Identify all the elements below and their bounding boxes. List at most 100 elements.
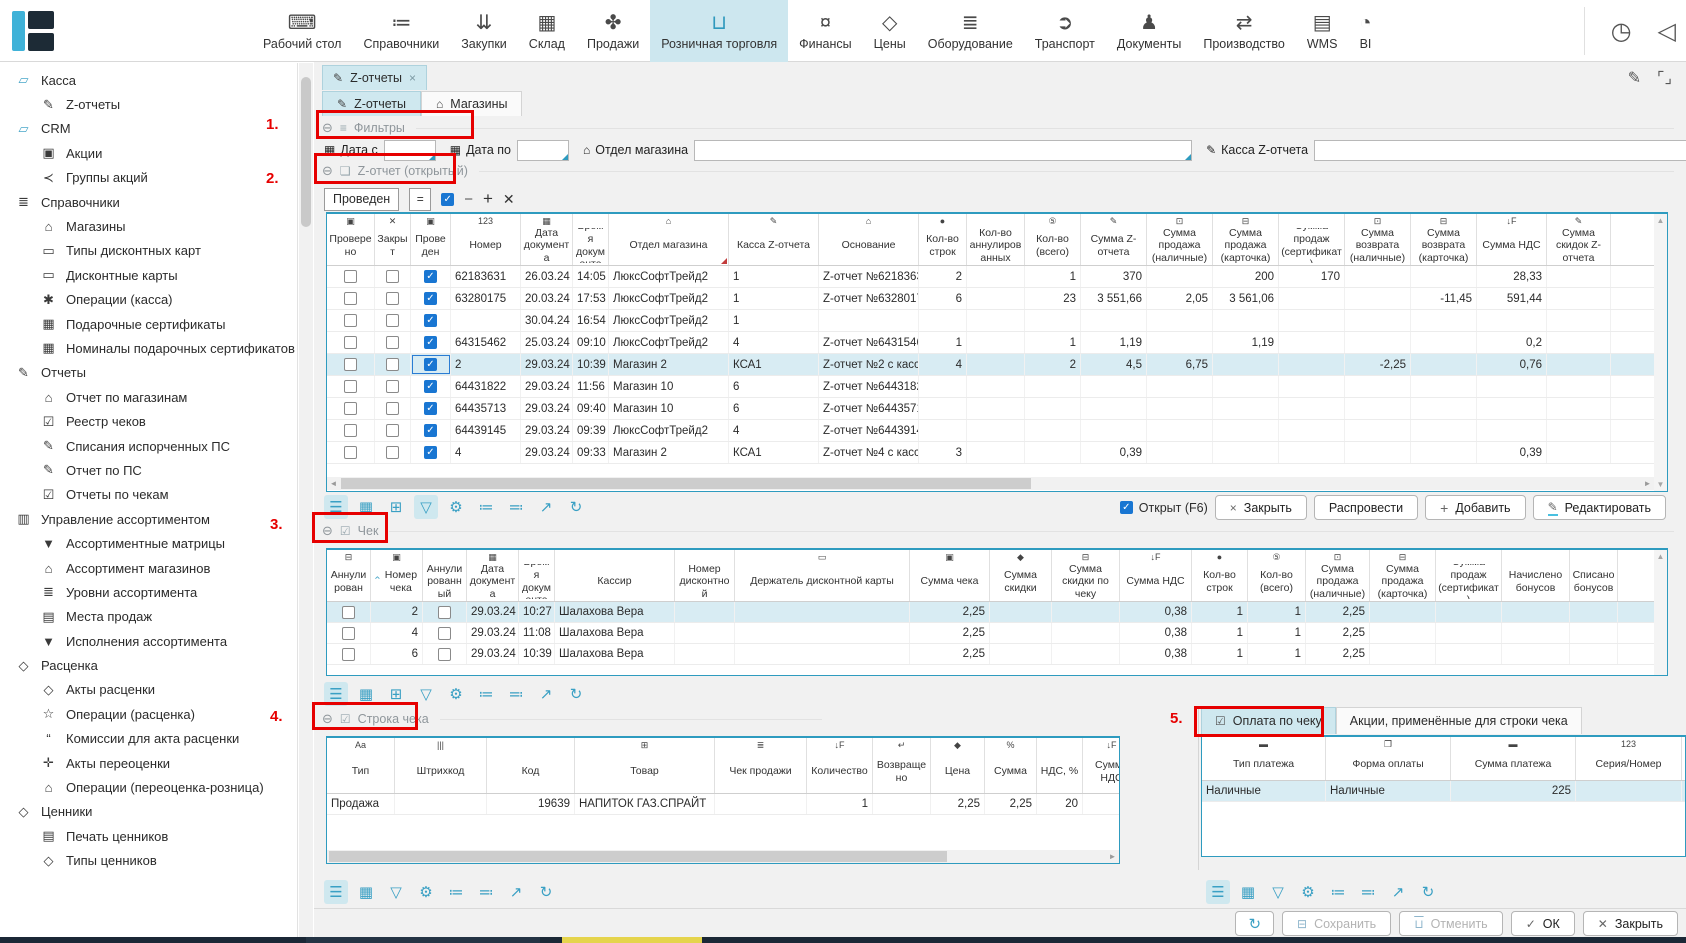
column-header-3[interactable]: ▦Дата документа: [467, 550, 519, 601]
add-list-icon[interactable]: ≕: [1356, 880, 1380, 904]
column-header-15[interactable]: Сумма продаж (сертификат): [1279, 214, 1345, 265]
row-checkbox[interactable]: [344, 292, 357, 305]
row-checkbox[interactable]: [424, 292, 437, 305]
numbered-list-icon[interactable]: ≔: [444, 880, 468, 904]
row-checkbox[interactable]: [344, 402, 357, 415]
column-header-9[interactable]: НДС, %: [1037, 738, 1083, 793]
tab-stores[interactable]: ⌂ Магазины: [421, 91, 522, 116]
column-header-7[interactable]: ✎Касса Z-отчета: [729, 214, 819, 265]
nav-item-warehouse[interactable]: ▦Склад: [518, 0, 576, 62]
table-row[interactable]: 6443914529.03.2409:39ЛюксСофтТрейд24Z-от…: [327, 420, 1667, 442]
zreport-cash-input[interactable]: [1314, 140, 1686, 161]
row-checkbox[interactable]: [386, 270, 399, 283]
column-header-11[interactable]: ⑤Кол-во (всего): [1025, 214, 1081, 265]
sidebar-item[interactable]: ▼Исполнения ассортимента: [0, 629, 297, 653]
column-header-12[interactable]: ✎Сумма Z-отчета: [1081, 214, 1147, 265]
unpost-button[interactable]: Распровести: [1314, 495, 1418, 520]
column-header-19[interactable]: ✎Сумма скидок Z-отчета: [1547, 214, 1611, 265]
add-list-icon[interactable]: ≕: [504, 495, 528, 519]
sidebar-item[interactable]: ✱Операции (касса): [0, 288, 297, 312]
row-checkbox[interactable]: [386, 446, 399, 459]
sidebar-item[interactable]: ≺Группы акций: [0, 166, 297, 190]
sidebar-item[interactable]: ◇Акты расценки: [0, 678, 297, 702]
table-row[interactable]: 629.03.2410:39Шалахова Вера2,250,38112,2…: [327, 644, 1667, 665]
nav-item-retail[interactable]: ⊔Розничная торговля: [650, 0, 788, 62]
sidebar-item[interactable]: ☆Операции (расценка): [0, 702, 297, 726]
refresh-icon[interactable]: ↻: [1416, 880, 1440, 904]
edit-button[interactable]: ✎Редактировать: [1533, 495, 1666, 520]
sidebar-item[interactable]: ◇Типы ценников: [0, 849, 297, 873]
column-header-12[interactable]: ●Кол-во строк: [1192, 550, 1248, 601]
ok-button[interactable]: ✓ОК: [1511, 911, 1575, 936]
line-group-header[interactable]: ⊖ ☑ Строка чека: [322, 708, 822, 730]
column-header-7[interactable]: ◆Цена: [931, 738, 985, 793]
export-icon[interactable]: ↗: [504, 880, 528, 904]
nav-item-directories[interactable]: ≔Справочники: [352, 0, 450, 62]
sidebar-item[interactable]: ✛Акты переоценки: [0, 751, 297, 775]
row-checkbox[interactable]: [344, 424, 357, 437]
numbered-list-icon[interactable]: ≔: [474, 682, 498, 706]
row-checkbox[interactable]: [424, 424, 437, 437]
sidebar-item[interactable]: “Комиссии для акта расценки: [0, 727, 297, 751]
sidebar-item[interactable]: ▦Номиналы подарочных сертификатов: [0, 336, 297, 360]
list-view-icon[interactable]: ☰: [1206, 880, 1230, 904]
vertical-scrollbar[interactable]: ▲▼: [1654, 214, 1667, 491]
row-checkbox[interactable]: [386, 292, 399, 305]
nav-item-wms[interactable]: ▤WMS: [1296, 0, 1349, 62]
nav-item-documents[interactable]: ♟Документы: [1106, 0, 1192, 62]
filter-icon[interactable]: ▽: [1266, 880, 1290, 904]
calendar-view-icon[interactable]: ⊞: [384, 495, 408, 519]
sidebar-item[interactable]: ⌂Магазины: [0, 214, 297, 238]
sidebar-item[interactable]: ▭Дисконтные карты: [0, 263, 297, 287]
add-button[interactable]: +Добавить: [1425, 495, 1525, 520]
tab-zreports[interactable]: ✎ Z-отчеты: [322, 91, 421, 116]
column-header-5[interactable]: ↓FКоличество: [807, 738, 873, 793]
refresh-button[interactable]: ↻: [1235, 911, 1274, 936]
sidebar-item[interactable]: ▼Ассортиментные матрицы: [0, 531, 297, 555]
condition-value-checkbox[interactable]: [441, 193, 454, 206]
sidebar-item[interactable]: ⌂Отчет по магазинам: [0, 385, 297, 409]
settings-gear-icon[interactable]: ⚙: [1296, 880, 1320, 904]
add-list-icon[interactable]: ≕: [474, 880, 498, 904]
horizontal-scrollbar[interactable]: ►: [327, 850, 1119, 863]
column-header-1[interactable]: ▣⌃ Номер чека: [371, 550, 423, 601]
column-header-14[interactable]: ⊡Сумма продажа (наличные): [1306, 550, 1370, 601]
column-header-4[interactable]: ≣Чек продажи: [715, 738, 807, 793]
sidebar-item[interactable]: ✎Отчеты: [0, 361, 297, 385]
row-checkbox[interactable]: [386, 402, 399, 415]
table-row[interactable]: 6218363126.03.2414:05ЛюксСофтТрейд21Z-от…: [327, 266, 1667, 288]
column-header-0[interactable]: ▬Тип платежа: [1202, 737, 1326, 780]
check-group-header[interactable]: ⊖ ☑ Чек: [322, 520, 1674, 542]
sidebar-item[interactable]: ✎Z-отчеты: [0, 92, 297, 116]
date-to-input[interactable]: [517, 140, 569, 161]
column-header-0[interactable]: ▣Проверено: [327, 214, 375, 265]
row-checkbox[interactable]: [386, 336, 399, 349]
row-checkbox[interactable]: [438, 627, 451, 640]
vertical-scrollbar[interactable]: ▲: [1654, 550, 1667, 675]
open-f6-checkbox[interactable]: Открыт (F6): [1120, 501, 1208, 515]
column-header-16[interactable]: ⊡Сумма возврата (наличные): [1345, 214, 1411, 265]
column-header-14[interactable]: ⊟Сумма продажа (карточка): [1213, 214, 1279, 265]
edit-icon[interactable]: ✎: [1628, 68, 1641, 88]
column-header-17[interactable]: Начислено бонусов: [1502, 550, 1570, 601]
row-checkbox[interactable]: [342, 648, 355, 661]
nav-item-bi[interactable]: ◔BI: [1348, 0, 1382, 62]
export-icon[interactable]: ↗: [1386, 880, 1410, 904]
table-row[interactable]: 6431546225.03.2409:10ЛюксСофтТрейд24Z-от…: [327, 332, 1667, 354]
nav-item-equipment[interactable]: ≣Оборудование: [917, 0, 1024, 62]
tab-promotions-applied[interactable]: Акции, применённые для строки чека: [1336, 707, 1582, 734]
row-checkbox[interactable]: [424, 314, 437, 327]
column-header-5[interactable]: Время документа: [573, 214, 609, 265]
filters-group-header[interactable]: ⊖ ≡ Фильтры: [322, 117, 1674, 139]
column-header-9[interactable]: ◆Сумма скидки: [990, 550, 1052, 601]
column-header-17[interactable]: ⊟Сумма возврата (карточка): [1411, 214, 1477, 265]
column-header-7[interactable]: ▭Держатель дисконтной карты: [735, 550, 910, 601]
row-checkbox[interactable]: [386, 424, 399, 437]
row-checkbox[interactable]: [424, 358, 437, 371]
sidebar-item[interactable]: ▱Касса: [0, 68, 297, 92]
table-row[interactable]: 30.04.2416:54ЛюксСофтТрейд21: [327, 310, 1667, 332]
column-header-18[interactable]: ↓FСумма НДС: [1477, 214, 1547, 265]
sidebar-item[interactable]: ✎Списания испорченных ПС: [0, 434, 297, 458]
column-header-1[interactable]: ❐Форма оплаты: [1326, 737, 1451, 780]
column-header-6[interactable]: ↵Возвращено: [873, 738, 931, 793]
